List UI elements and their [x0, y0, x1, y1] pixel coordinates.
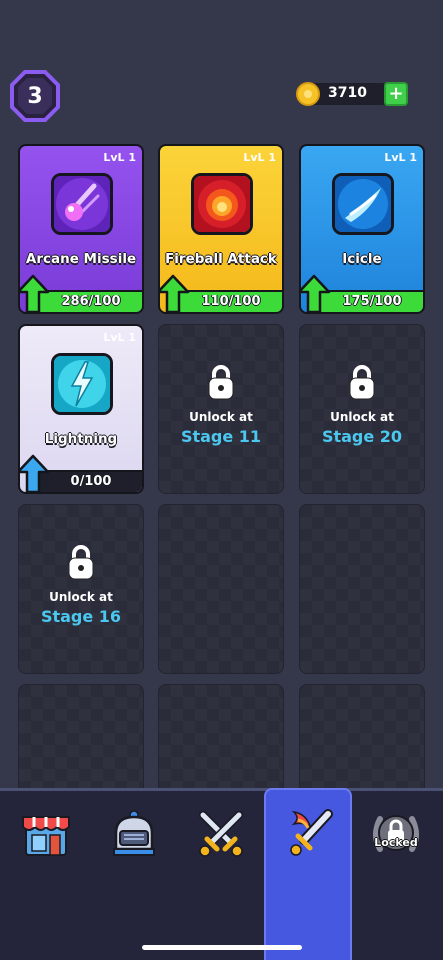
- unlock-stage: Stage 20: [321, 427, 403, 446]
- empty-slot: [158, 504, 284, 674]
- padlock-icon: [349, 365, 375, 400]
- skill-name: Arcane Missile: [25, 251, 137, 267]
- add-coins-button[interactable]: +: [384, 82, 408, 106]
- crossed-swords-icon: [199, 811, 243, 857]
- upgrade-arrow-icon: [301, 274, 331, 312]
- nav-tab-hero[interactable]: [90, 791, 178, 871]
- nav-tab-skills[interactable]: [264, 788, 352, 960]
- coin-value: 3710: [328, 85, 367, 101]
- skill-level-label: LvL 1: [384, 151, 417, 164]
- coin-counter: 3710 +: [296, 82, 410, 106]
- skill-card-icicle[interactable]: LvL 1 Icicle 175/100: [299, 144, 425, 314]
- arcane-missile-icon: [51, 173, 113, 235]
- player-level-value: 3: [27, 83, 43, 109]
- skill-card-fireball-attack[interactable]: LvL 1 Fireball Attack 110/100: [158, 144, 284, 314]
- padlock-icon: [68, 545, 94, 580]
- player-level-badge[interactable]: 3: [10, 70, 60, 122]
- laurel-lock-icon: [373, 815, 419, 852]
- unlock-label: Unlock at: [189, 410, 253, 424]
- skill-card-arcane-missile[interactable]: LvL 1 Arcane Missile 286/100: [18, 144, 144, 314]
- skill-progress-bar: 0/100: [40, 470, 142, 492]
- home-indicator[interactable]: [142, 945, 302, 950]
- skill-progress-text: 286/100: [61, 294, 121, 309]
- flaming-sword-icon: [290, 809, 333, 856]
- skill-progress-bar: 175/100: [321, 290, 423, 312]
- upgrade-arrow-icon: [20, 274, 50, 312]
- locked-tab-label: Locked: [374, 836, 418, 849]
- lightning-icon: [51, 353, 113, 415]
- locked-slot-stage-20: Unlock at Stage 20: [299, 324, 425, 494]
- unlock-label: Unlock at: [330, 410, 394, 424]
- fireball-icon: [191, 173, 253, 235]
- bottom-nav: Locked: [0, 788, 443, 960]
- skill-level-label: LvL 1: [103, 331, 136, 344]
- skill-progress-bar: 286/100: [40, 290, 142, 312]
- skill-name: Lightning: [44, 431, 118, 447]
- unlock-stage: Stage 16: [40, 607, 122, 626]
- coin-icon: [296, 82, 320, 106]
- skill-name: Icicle: [342, 251, 382, 267]
- upgrade-arrow-icon: [20, 454, 50, 492]
- shop-icon: [22, 816, 70, 856]
- skill-level-label: LvL 1: [103, 151, 136, 164]
- nav-tab-shop[interactable]: [2, 791, 90, 871]
- skill-level-label: LvL 1: [243, 151, 276, 164]
- nav-tab-battle[interactable]: [177, 791, 265, 871]
- unlock-label: Unlock at: [49, 590, 113, 604]
- nav-tab-locked[interactable]: Locked: [352, 791, 440, 871]
- upgrade-arrow-icon: [160, 274, 190, 312]
- skill-progress-text: 175/100: [342, 294, 402, 309]
- helmet-icon: [113, 810, 155, 856]
- empty-slot: [299, 504, 425, 674]
- locked-slot-stage-11: Unlock at Stage 11: [158, 324, 284, 494]
- skill-card-lightning[interactable]: LvL 1 Lightning 0/100: [18, 324, 144, 494]
- padlock-icon: [208, 365, 234, 400]
- skill-name: Fireball Attack: [165, 251, 277, 267]
- skill-progress-text: 110/100: [201, 294, 261, 309]
- skill-progress-text: 0/100: [70, 474, 112, 489]
- unlock-stage: Stage 11: [180, 427, 262, 446]
- locked-slot-stage-16: Unlock at Stage 16: [18, 504, 144, 674]
- skill-progress-bar: 110/100: [180, 290, 282, 312]
- icicle-icon: [332, 173, 394, 235]
